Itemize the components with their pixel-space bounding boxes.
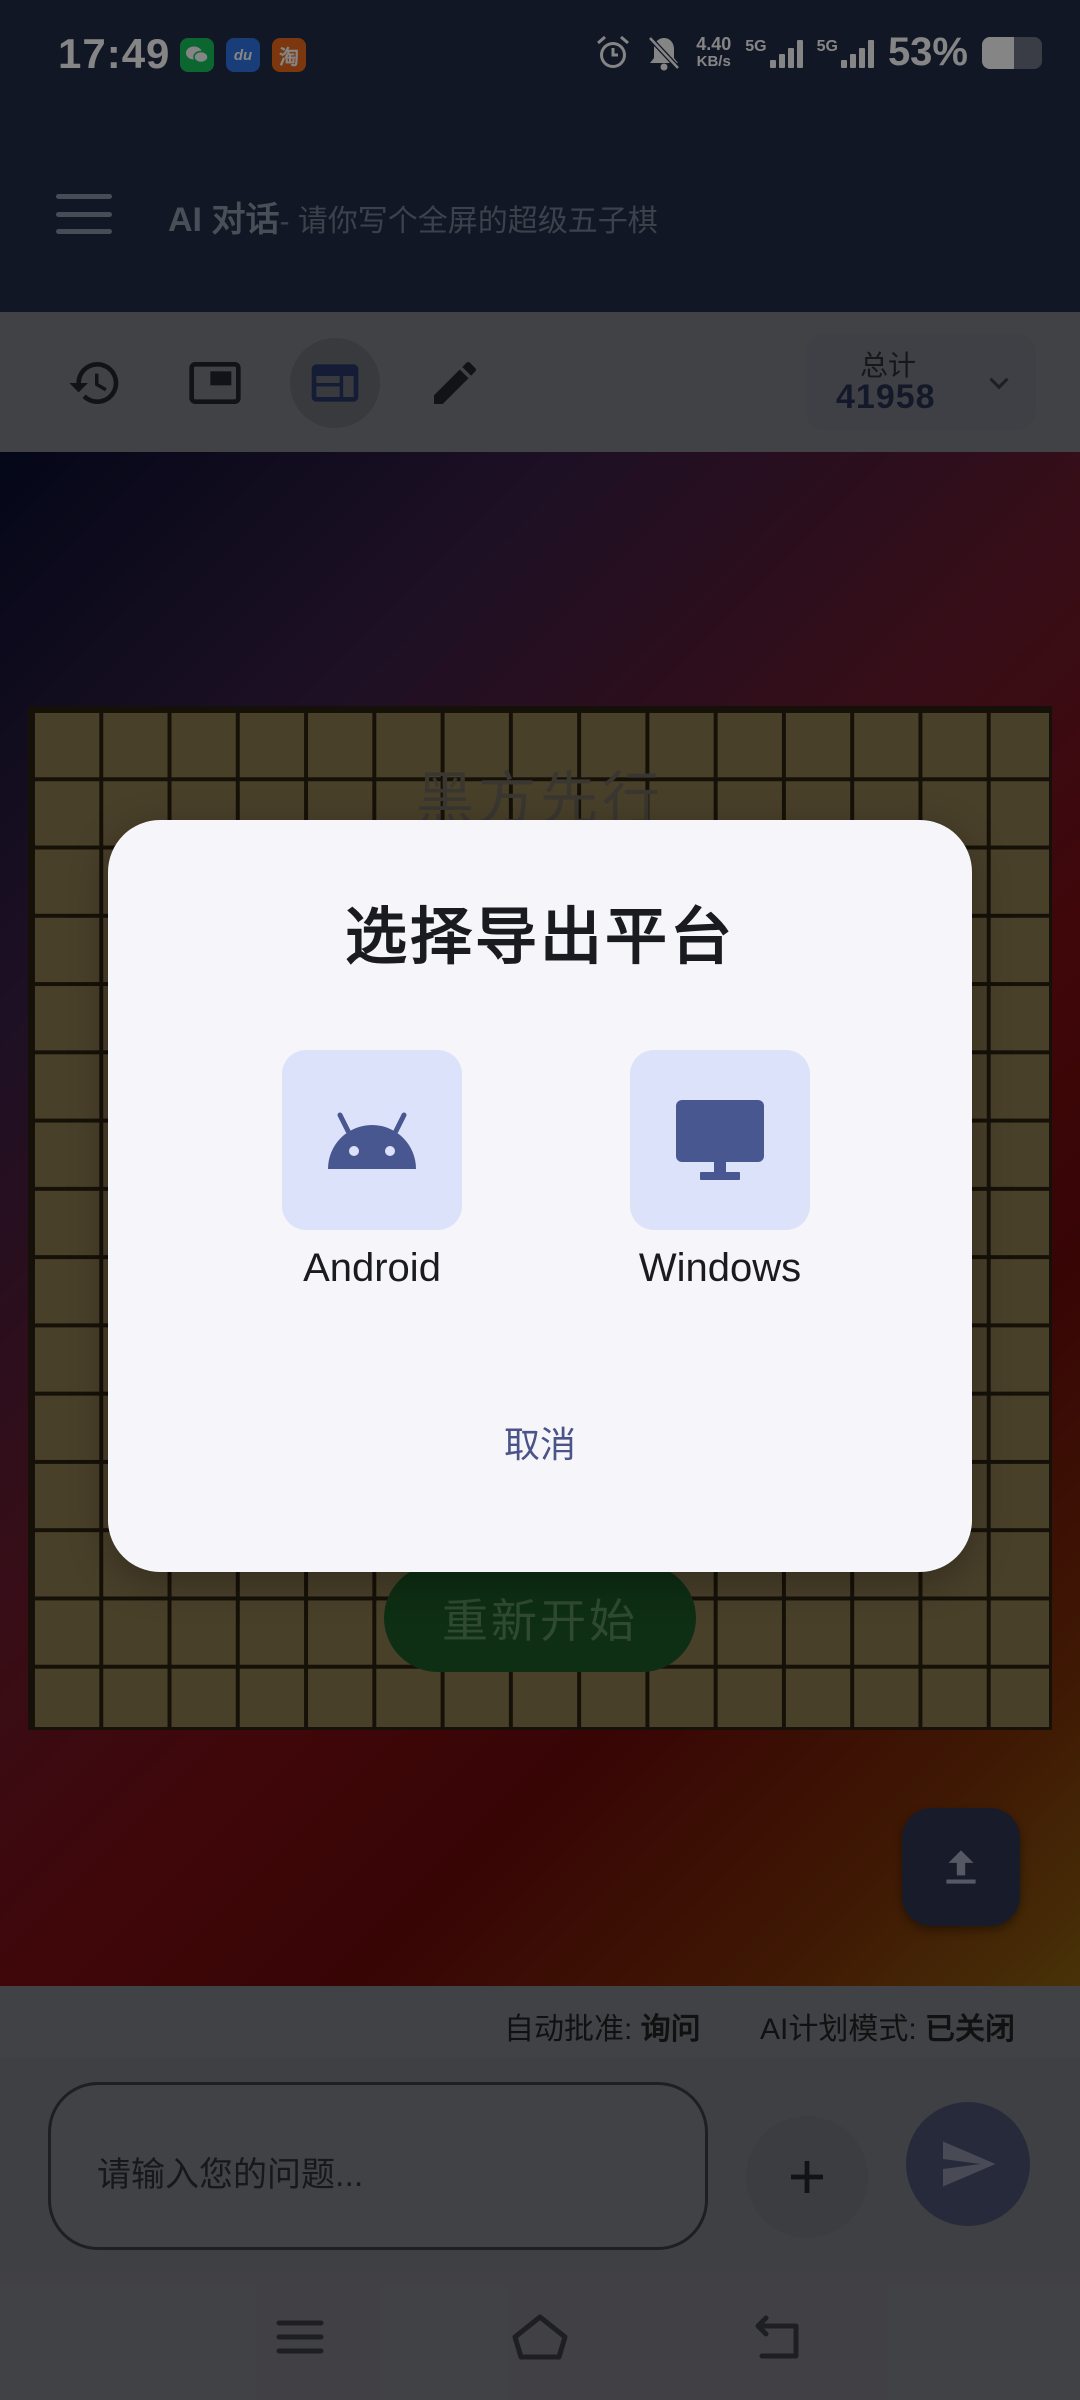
system-nav-bar xyxy=(0,2272,1080,2400)
title-text: AI 对话 xyxy=(168,201,280,239)
android-label: Android xyxy=(303,1246,441,1290)
history-icon xyxy=(69,362,119,404)
home-icon xyxy=(512,2314,568,2360)
hamburger-menu-icon[interactable] xyxy=(56,194,112,234)
history-button[interactable] xyxy=(50,338,140,428)
cancel-button[interactable]: 取消 xyxy=(440,1402,640,1482)
home-button[interactable] xyxy=(500,2302,580,2372)
auto-approve-label: 自动批准: xyxy=(504,2013,641,2046)
token-total-selector[interactable]: 总计 41958 xyxy=(806,334,1036,430)
status-bar: 17:49 du 淘 4.40 KB/s 5G 5G 53% xyxy=(0,0,1080,112)
auto-approve-value: 询问 xyxy=(640,2013,701,2046)
bell-muted-icon xyxy=(648,35,681,70)
send-icon xyxy=(943,2141,996,2187)
restart-button[interactable]: 重新开始 xyxy=(384,1564,696,1672)
input-placeholder: 请输入您的问题... xyxy=(97,2156,364,2194)
edit-button[interactable] xyxy=(410,338,500,428)
status-line: 自动批准: 询问 AI计划模式: 已关闭 xyxy=(0,1986,1080,2058)
menu-lines-icon xyxy=(276,2320,324,2354)
windows-label: Windows xyxy=(638,1246,802,1290)
net-speed-value: 4.40 xyxy=(696,33,732,54)
plan-mode-status[interactable]: AI计划模式: 已关闭 xyxy=(760,2004,1015,2048)
plan-mode-value: 已关闭 xyxy=(925,2013,1016,2046)
status-time: 17:49 xyxy=(58,30,171,77)
window-icon xyxy=(189,362,241,404)
android-tile[interactable] xyxy=(282,1050,462,1230)
android-option[interactable]: Android xyxy=(224,1050,484,1310)
wechat-icon xyxy=(180,38,214,72)
recents-button[interactable] xyxy=(260,2302,340,2372)
sim2-signal: 5G xyxy=(817,38,874,68)
chevron-down-icon xyxy=(989,377,1009,390)
question-input[interactable]: 请输入您的问题... xyxy=(48,2082,708,2250)
web-layout-icon xyxy=(311,364,359,402)
android-icon xyxy=(328,1112,416,1169)
sim1-signal: 5G xyxy=(745,37,803,68)
attach-button[interactable] xyxy=(746,2116,868,2238)
composer: 请输入您的问题... xyxy=(0,2058,1080,2272)
auto-approve-status[interactable]: 自动批准: 询问 xyxy=(504,2004,701,2048)
export-button[interactable] xyxy=(902,1808,1020,1926)
dialog-title: 选择导出平台 xyxy=(344,903,735,972)
monitor-icon xyxy=(676,1100,764,1180)
back-button[interactable] xyxy=(740,2302,820,2372)
notification-icons: du 淘 xyxy=(180,38,306,72)
plus-icon xyxy=(791,2161,823,2193)
preview-layout-button[interactable] xyxy=(290,338,380,428)
total-value: 41958 xyxy=(836,378,936,416)
windows-option[interactable]: Windows xyxy=(572,1050,832,1310)
page-title: AI 对话- 请你写个全屏的超级五子棋 xyxy=(168,192,658,241)
battery-percent: 53% xyxy=(887,30,968,74)
sim1-label: 5G xyxy=(745,37,767,55)
upload-icon xyxy=(946,1850,976,1884)
windows-tile[interactable] xyxy=(630,1050,810,1230)
title-subtitle: - 请你写个全屏的超级五子棋 xyxy=(279,205,658,238)
baidu-icon: du xyxy=(226,38,260,72)
sim2-label: 5G xyxy=(816,37,838,55)
net-speed-unit: KB/s xyxy=(696,52,731,70)
battery-icon xyxy=(982,36,1042,69)
export-platform-dialog: 选择导出平台 Android Windows 取消 xyxy=(108,820,972,1572)
send-button[interactable] xyxy=(906,2102,1030,2226)
net-speed: 4.40 KB/s xyxy=(696,35,731,71)
taobao-icon: 淘 xyxy=(272,38,306,72)
picture-in-picture-button[interactable] xyxy=(170,338,260,428)
toolbar: 总计 41958 xyxy=(0,312,1080,452)
back-icon xyxy=(755,2315,799,2359)
plan-mode-label: AI计划模式: xyxy=(760,2013,926,2046)
pencil-icon xyxy=(434,361,477,404)
app-bar: AI 对话- 请你写个全屏的超级五子棋 xyxy=(0,112,1080,312)
alarm-icon xyxy=(597,35,630,68)
